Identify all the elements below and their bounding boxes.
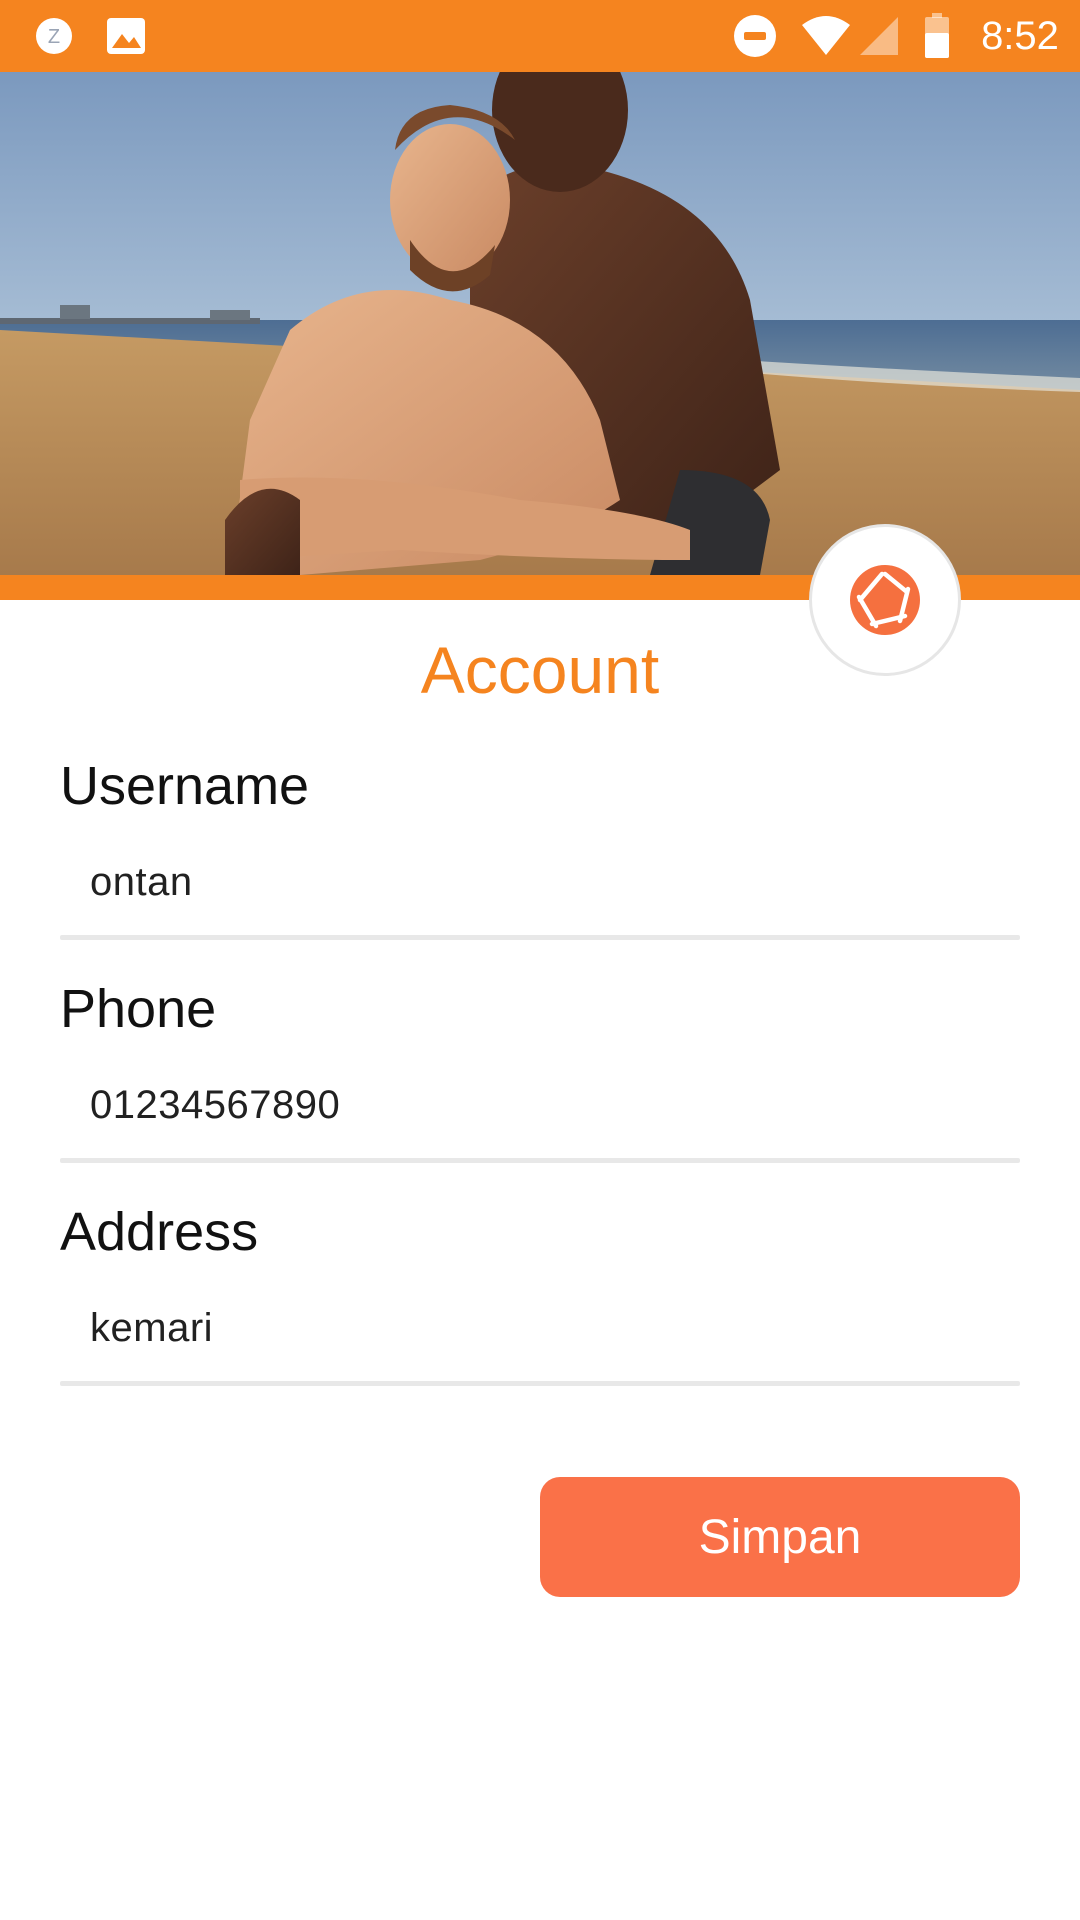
battery-icon xyxy=(922,0,952,72)
cell-signal-icon xyxy=(856,0,902,72)
phone-input[interactable] xyxy=(60,1069,1020,1141)
cover-photo xyxy=(0,0,1080,575)
status-bar: Z 8:52 xyxy=(0,0,1080,72)
address-underline xyxy=(60,1381,1020,1386)
do-not-disturb-icon xyxy=(730,0,780,72)
account-screen: Z 8:52 Account Username ontan Phone 0123… xyxy=(0,0,1080,1920)
status-time: 8:52 xyxy=(981,13,1059,58)
change-photo-button[interactable] xyxy=(812,527,958,673)
camera-aperture-icon xyxy=(850,565,920,635)
phone-label: Phone xyxy=(60,979,217,1039)
wifi-icon xyxy=(798,0,854,72)
username-label: Username xyxy=(60,756,310,816)
z-app-icon: Z xyxy=(32,0,76,72)
svg-text:Z: Z xyxy=(48,26,60,48)
save-button[interactable]: Simpan xyxy=(540,1477,1020,1597)
gallery-icon xyxy=(104,0,148,72)
username-input[interactable] xyxy=(60,846,1020,918)
address-input[interactable] xyxy=(60,1292,1020,1364)
phone-underline xyxy=(60,1158,1020,1163)
address-label: Address xyxy=(60,1202,259,1262)
username-underline xyxy=(60,935,1020,940)
